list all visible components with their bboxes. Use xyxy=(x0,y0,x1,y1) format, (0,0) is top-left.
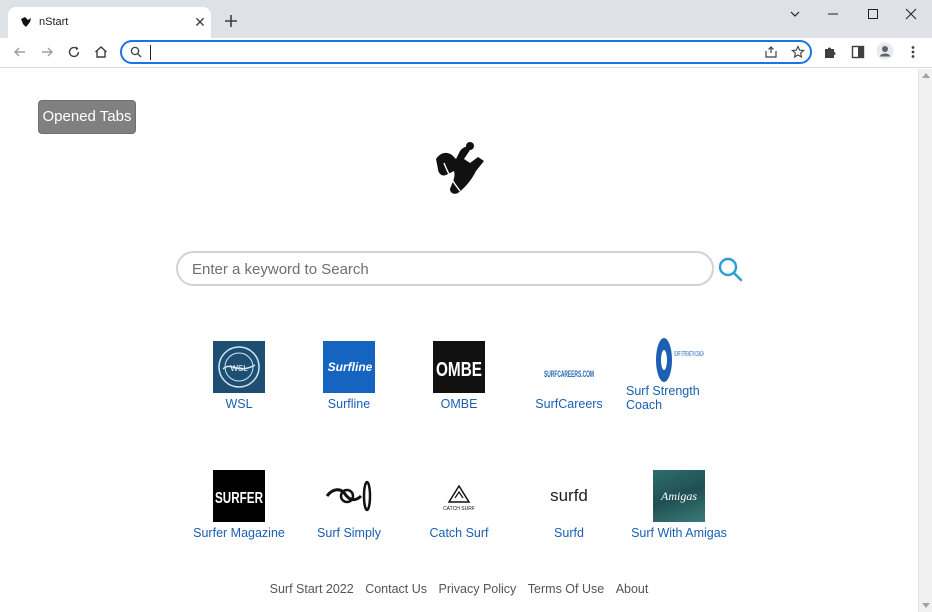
wsl-logo-text: WSL xyxy=(230,364,248,373)
surfd-logo-text: surfd xyxy=(550,486,588,505)
page-scrollbar[interactable] xyxy=(918,69,932,612)
kebab-menu-icon[interactable] xyxy=(905,44,921,60)
opened-tabs-button[interactable]: Opened Tabs xyxy=(38,100,136,134)
surfer-logo-icon xyxy=(436,142,484,194)
tile-label: Surf Strength Coach xyxy=(626,384,700,412)
reload-icon[interactable] xyxy=(66,44,82,60)
profile-avatar-icon[interactable] xyxy=(876,42,894,60)
page-footer: Surf Start 2022 Contact Us Privacy Polic… xyxy=(0,582,918,596)
surfline-logo-icon: Surfline xyxy=(323,341,375,393)
surfcareers-logo-icon: SURFCAREERS.COM xyxy=(543,341,595,393)
surfcareers-logo-text: SURFCAREERS.COM xyxy=(544,369,594,379)
tile-label: Surfd xyxy=(554,526,584,540)
tab-close-icon[interactable]: ✕ xyxy=(193,15,207,29)
tile-label: Surfer Magazine xyxy=(193,526,285,540)
tile-label: OMBE xyxy=(440,397,478,411)
back-arrow-icon[interactable] xyxy=(12,44,28,60)
catch-surf-logo-text: CATCH SURF xyxy=(443,506,475,512)
tile-label: Surf With Amigas xyxy=(631,526,727,540)
scroll-down-arrow-icon[interactable] xyxy=(922,603,930,609)
page-content: Opened Tabs WSL WSL Surfline Sur xyxy=(0,69,918,612)
tile-label: Catch Surf xyxy=(429,526,489,540)
footer-contact-link[interactable]: Contact Us xyxy=(365,582,427,596)
tile-label: SurfCareers xyxy=(535,397,603,411)
surf-simply-logo-icon xyxy=(323,470,375,522)
catch-surf-logo-icon: CATCH SURF xyxy=(433,470,485,522)
browser-toolbar xyxy=(0,38,932,68)
surfline-logo-text: Surfline xyxy=(328,360,373,374)
tile-surfcareers[interactable]: SURFCAREERS.COM SurfCareers xyxy=(514,341,624,421)
surf-with-amigas-logo-text: Amigas xyxy=(660,489,697,503)
tile-ombe[interactable]: OMBE OMBE xyxy=(404,341,514,421)
bookmark-star-icon[interactable] xyxy=(791,45,805,59)
browser-titlebar: nStart ✕ xyxy=(0,0,932,38)
close-icon[interactable] xyxy=(900,5,922,23)
surf-strength-coach-logo-text: SURF STRENGTH COACH xyxy=(674,351,704,358)
extensions-puzzle-icon[interactable] xyxy=(822,44,838,60)
tile-label: WSL xyxy=(225,397,253,411)
tile-catch-surf[interactable]: CATCH SURF Catch Surf xyxy=(404,470,514,550)
address-bar[interactable] xyxy=(120,40,812,64)
forward-arrow-icon[interactable] xyxy=(39,44,55,60)
tile-surf-with-amigas[interactable]: Amigas Surf With Amigas xyxy=(624,470,734,550)
keyword-search-box[interactable] xyxy=(176,251,714,286)
tile-surfline[interactable]: Surfline Surfline xyxy=(294,341,404,421)
search-icon[interactable] xyxy=(716,255,744,283)
browser-tab-active[interactable]: nStart ✕ xyxy=(8,7,211,38)
tile-surfd[interactable]: surfd Surfd xyxy=(514,470,624,550)
surfd-logo-icon: surfd xyxy=(543,470,595,522)
ombe-logo-icon: OMBE xyxy=(433,341,485,393)
ombe-logo-text: OMBE xyxy=(436,359,482,381)
text-caret xyxy=(150,45,151,60)
footer-terms-link[interactable]: Terms Of Use xyxy=(528,582,604,596)
tile-wsl[interactable]: WSL WSL xyxy=(184,341,294,421)
footer-about-link[interactable]: About xyxy=(616,582,649,596)
tile-label: Surf Simply xyxy=(317,526,381,540)
plus-icon[interactable] xyxy=(222,12,240,30)
search-icon xyxy=(130,46,142,58)
wsl-logo-icon: WSL xyxy=(213,341,265,393)
scroll-up-arrow-icon[interactable] xyxy=(922,72,930,78)
surfer-favicon-icon xyxy=(21,17,31,27)
surfer-magazine-logo-icon: SURFER xyxy=(213,470,265,522)
tile-surfer-magazine[interactable]: SURFER Surfer Magazine xyxy=(184,470,294,550)
tile-label: Surfline xyxy=(327,397,371,411)
chevron-down-icon[interactable] xyxy=(784,5,806,23)
minimize-icon[interactable] xyxy=(822,5,844,23)
footer-copyright: Surf Start 2022 xyxy=(269,582,354,596)
maximize-icon[interactable] xyxy=(862,5,884,23)
tab-title: nStart xyxy=(39,16,69,28)
tile-surf-simply[interactable]: Surf Simply xyxy=(294,470,404,550)
home-icon[interactable] xyxy=(93,44,109,60)
keyword-search-input[interactable] xyxy=(192,259,692,279)
surfer-magazine-logo-text: SURFER xyxy=(215,490,263,507)
surf-strength-coach-logo-icon: SURF STRENGTH COACH xyxy=(653,334,705,386)
surf-with-amigas-logo-icon: Amigas xyxy=(653,470,705,522)
side-panel-icon[interactable] xyxy=(850,44,866,60)
share-icon[interactable] xyxy=(764,45,778,59)
tile-surf-strength-coach[interactable]: SURF STRENGTH COACH Surf Strength Coach xyxy=(624,334,734,414)
address-input[interactable] xyxy=(148,43,748,61)
footer-privacy-link[interactable]: Privacy Policy xyxy=(439,582,517,596)
